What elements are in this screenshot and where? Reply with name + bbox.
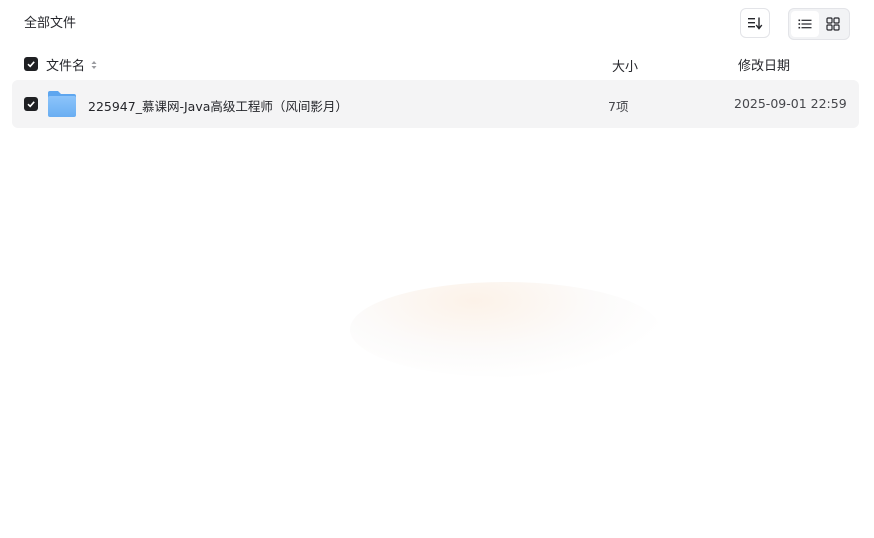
sort-toggle-icon xyxy=(91,60,97,69)
column-header-name-label: 文件名 xyxy=(46,59,86,74)
column-header-name[interactable]: 文件名 xyxy=(46,55,99,74)
file-name[interactable]: 225947_慕课网-Java高级工程师（风间影月） xyxy=(88,96,348,115)
grid-view-button[interactable] xyxy=(819,11,847,37)
toolbar: 全部文件 xyxy=(0,0,874,48)
check-icon xyxy=(27,61,35,68)
background-glow xyxy=(350,282,660,377)
sort-button[interactable] xyxy=(740,8,770,38)
column-header-date[interactable]: 修改日期 xyxy=(738,55,790,74)
list-view-icon xyxy=(798,19,812,29)
table-header: 文件名 大小 修改日期 xyxy=(12,50,859,78)
table-row[interactable]: 225947_慕课网-Java高级工程师（风间影月） 7项 2025-09-01… xyxy=(12,80,859,128)
row-checkbox[interactable] xyxy=(24,97,38,111)
list-view-button[interactable] xyxy=(791,11,819,37)
grid-view-icon xyxy=(826,17,840,31)
sort-list-icon xyxy=(748,17,763,30)
folder-icon xyxy=(48,91,76,117)
file-size: 7项 xyxy=(608,99,629,114)
file-modified-date: 2025-09-01 22:59 xyxy=(734,96,847,111)
breadcrumb-title[interactable]: 全部文件 xyxy=(24,15,76,33)
column-header-size[interactable]: 大小 xyxy=(612,56,638,75)
file-browser-page: 全部文件 文件名 大小 修改日期 225947_慕课网-Java高级工程师（风间… xyxy=(0,0,874,538)
view-switch xyxy=(788,8,850,40)
select-all-checkbox[interactable] xyxy=(24,57,38,71)
check-icon xyxy=(27,101,35,108)
